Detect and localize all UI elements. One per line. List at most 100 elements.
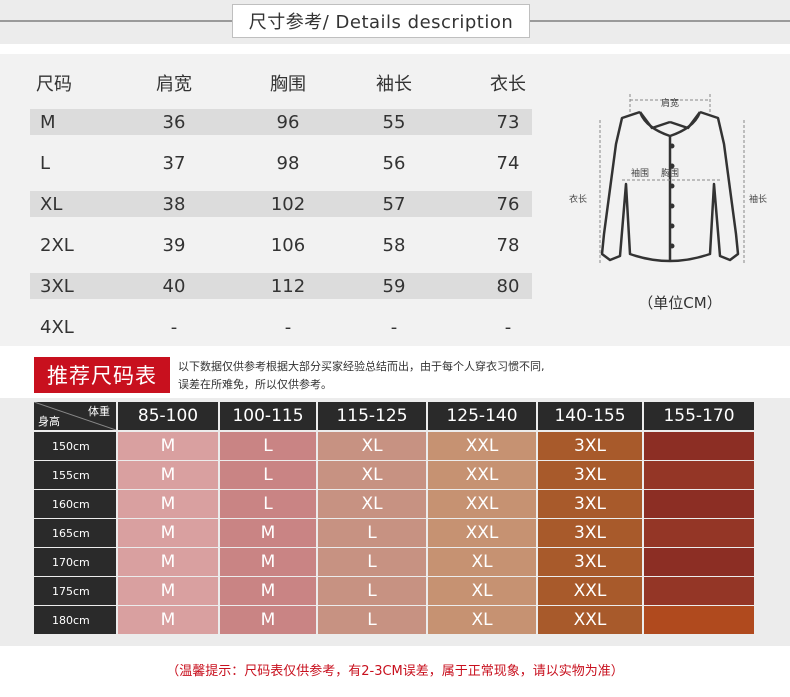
recommend-note-line2: 误差在所难免，所以仅供参考。	[178, 378, 332, 391]
size-cell	[644, 461, 754, 489]
unit-label: （单位CM）	[638, 294, 722, 312]
recommend-note-line1: 以下数据仅供参考根据大部分买家经验总结而出，由于每个人穿衣习惯不同,	[178, 360, 545, 373]
size-cell	[644, 432, 754, 460]
height-label: 160cm	[34, 490, 116, 518]
size-cell: L	[318, 606, 426, 634]
spec-row: 4XL - - - -	[30, 314, 532, 340]
size-cell: M	[220, 606, 316, 634]
header-rule-left	[0, 20, 232, 22]
size-cell	[644, 519, 754, 547]
size-cell: M	[118, 490, 218, 518]
size-cell: L	[318, 519, 426, 547]
size-cell: XXL	[538, 577, 642, 605]
spec-cell: 102	[270, 193, 306, 215]
spec-cell: -	[504, 316, 512, 338]
spec-cell: 57	[382, 193, 406, 215]
size-cell: XXL	[428, 519, 536, 547]
spec-cell: M	[40, 111, 56, 133]
spec-cell: 78	[496, 234, 520, 256]
size-cell: M	[220, 519, 316, 547]
size-cell: XXL	[428, 432, 536, 460]
spec-cell: 112	[270, 275, 306, 297]
spec-cell: 59	[382, 275, 406, 297]
spec-cell: -	[170, 316, 178, 338]
size-cell: 3XL	[538, 548, 642, 576]
size-cell: M	[118, 461, 218, 489]
height-label: 155cm	[34, 461, 116, 489]
spec-header-cell: 袖长	[376, 74, 412, 95]
spec-cell: 98	[276, 152, 300, 174]
size-cell: L	[318, 577, 426, 605]
table-corner: 体重 身高	[34, 402, 116, 430]
spec-header-cell: 尺码	[36, 74, 72, 95]
spec-row: XL 38 102 57 76	[30, 191, 532, 217]
spec-cell: 106	[270, 234, 306, 256]
size-cell: M	[118, 606, 218, 634]
size-cell: M	[118, 519, 218, 547]
size-cell: XL	[428, 606, 536, 634]
header-rule-right	[530, 20, 790, 22]
height-label: 150cm	[34, 432, 116, 460]
spec-cell: 74	[496, 152, 520, 174]
size-cell: M	[220, 548, 316, 576]
size-cell: 3XL	[538, 461, 642, 489]
height-label: 180cm	[34, 606, 116, 634]
corner-height: 身高	[38, 415, 60, 428]
size-cell: M	[118, 432, 218, 460]
spec-cell: 58	[382, 234, 406, 256]
spec-row: 2XL 39 106 58 78	[30, 232, 532, 258]
spec-row: M 36 96 55 73	[30, 109, 532, 135]
cuff-label: 袖围	[631, 167, 649, 179]
spec-cell: 39	[162, 234, 186, 256]
corner-weight: 体重	[88, 405, 110, 418]
spec-cell: 56	[382, 152, 406, 174]
footer-tip: （温馨提示：尺码表仅供参考，有2-3CM误差，属于正常现象，请以实物为准）	[166, 664, 624, 679]
spec-row: L 37 98 56 74	[30, 150, 532, 176]
size-cell: XL	[318, 461, 426, 489]
spec-cell: 37	[162, 152, 186, 174]
size-cell: L	[318, 548, 426, 576]
spec-cell: 80	[496, 275, 520, 297]
weight-header: 155-170	[644, 402, 754, 430]
spec-cell: 55	[382, 111, 406, 133]
shoulder-label: 肩宽	[661, 97, 679, 109]
page-title: 尺寸参考/ Details description	[232, 4, 530, 38]
spec-header-row: 尺码 肩宽 胸围 袖长 衣长	[30, 70, 532, 96]
length-label: 衣长	[569, 193, 587, 205]
spec-header-cell: 胸围	[270, 74, 306, 95]
spec-header-cell: 肩宽	[156, 74, 192, 95]
spec-header-cell: 衣长	[490, 74, 526, 95]
size-cell: L	[220, 432, 316, 460]
size-cell: XL	[318, 432, 426, 460]
spec-cell: 96	[276, 111, 300, 133]
weight-header: 125-140	[428, 402, 536, 430]
size-cell	[644, 548, 754, 576]
size-cell: XL	[428, 577, 536, 605]
weight-header: 140-155	[538, 402, 642, 430]
size-cell	[644, 490, 754, 518]
spec-cell: 36	[162, 111, 186, 133]
spec-cell: L	[40, 152, 51, 174]
size-cell	[644, 577, 754, 605]
shirt-diagram: 肩宽 衣长 袖长 袖围 胸围	[569, 94, 767, 264]
size-cell: L	[220, 461, 316, 489]
size-cell: 3XL	[538, 490, 642, 518]
spec-cell: XL	[40, 193, 63, 215]
weight-header: 100-115	[220, 402, 316, 430]
spec-cell: 73	[496, 111, 520, 133]
size-cell: XL	[428, 548, 536, 576]
spec-cell: 3XL	[40, 275, 74, 297]
chest-label: 胸围	[661, 167, 679, 179]
size-cell: XXL	[428, 461, 536, 489]
spec-row: 3XL 40 112 59 80	[30, 273, 532, 299]
weight-header: 115-125	[318, 402, 426, 430]
size-cell: XXL	[428, 490, 536, 518]
size-cell: L	[220, 490, 316, 518]
weight-header: 85-100	[118, 402, 218, 430]
spec-cell: 4XL	[40, 316, 74, 338]
spec-cell: 76	[496, 193, 520, 215]
size-cell: M	[118, 548, 218, 576]
spec-cell: 38	[162, 193, 186, 215]
height-label: 175cm	[34, 577, 116, 605]
size-cell: 3XL	[538, 519, 642, 547]
